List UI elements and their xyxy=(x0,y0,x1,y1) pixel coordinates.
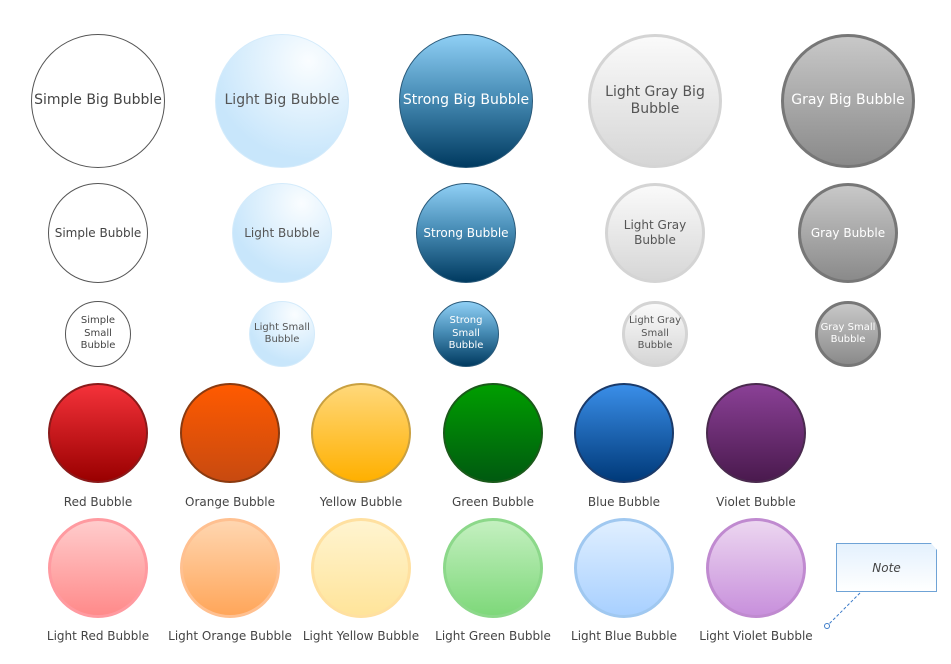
strong-medium-bubble[interactable]: Strong Bubble xyxy=(416,183,516,283)
bubble-label: Light Small Bubble xyxy=(254,321,310,346)
light-red-bubble[interactable] xyxy=(48,518,148,618)
simple-small-bubble[interactable]: Simple Small Bubble xyxy=(65,301,131,367)
light-medium-bubble[interactable]: Light Bubble xyxy=(232,183,332,283)
strong-small-bubble[interactable]: Strong Small Bubble xyxy=(433,301,499,367)
note-label: Note xyxy=(872,560,901,575)
light-small-bubble[interactable]: Light Small Bubble xyxy=(249,301,315,367)
light-orange-bubble[interactable] xyxy=(180,518,280,618)
strong-big-bubble[interactable]: Strong Big Bubble xyxy=(399,34,533,168)
bubble-label: Gray Small Bubble xyxy=(820,321,876,346)
green-bubble[interactable] xyxy=(443,383,543,483)
orange-bubble[interactable] xyxy=(180,383,280,483)
bubble-label: Light Bubble xyxy=(244,225,320,240)
lightgray-medium-bubble[interactable]: Light Gray Bubble xyxy=(605,183,705,283)
bubble-label: Light Big Bubble xyxy=(224,92,340,109)
gray-small-bubble[interactable]: Gray Small Bubble xyxy=(815,301,881,367)
bubble-label: Light Gray Bubble xyxy=(623,218,687,247)
note-shape[interactable]: Note xyxy=(836,543,937,592)
light-violet-bubble[interactable] xyxy=(706,518,806,618)
light-big-bubble[interactable]: Light Big Bubble xyxy=(215,34,349,168)
bubble-label: Light Gray Big Bubble xyxy=(605,83,705,118)
bubble-label: Gray Big Bubble xyxy=(791,92,905,109)
bubble-label: Simple Small Bubble xyxy=(80,315,116,352)
lightgray-big-bubble[interactable]: Light Gray Big Bubble xyxy=(588,34,722,168)
bubble-label: Gray Bubble xyxy=(810,225,886,240)
bubble-label: Simple Bubble xyxy=(54,225,142,240)
red-bubble[interactable] xyxy=(48,383,148,483)
yellow-bubble[interactable] xyxy=(311,383,411,483)
bubble-caption: Violet Bubble xyxy=(716,495,796,509)
simple-big-bubble[interactable]: Simple Big Bubble xyxy=(31,34,165,168)
light-green-bubble[interactable] xyxy=(443,518,543,618)
lightgray-small-bubble[interactable]: Light Gray Small Bubble xyxy=(622,301,688,367)
bubble-label: Strong Small Bubble xyxy=(448,315,484,352)
bubble-caption: Light Violet Bubble xyxy=(699,629,813,643)
gray-medium-bubble[interactable]: Gray Bubble xyxy=(798,183,898,283)
violet-bubble[interactable] xyxy=(706,383,806,483)
bubble-label: Simple Big Bubble xyxy=(34,92,162,109)
simple-medium-bubble[interactable]: Simple Bubble xyxy=(48,183,148,283)
gray-big-bubble[interactable]: Gray Big Bubble xyxy=(781,34,915,168)
bubble-label: Strong Bubble xyxy=(423,225,509,240)
light-blue-bubble[interactable] xyxy=(574,518,674,618)
blue-bubble[interactable] xyxy=(574,383,674,483)
bubble-label: Light Gray Small Bubble xyxy=(628,315,682,352)
light-yellow-bubble[interactable] xyxy=(311,518,411,618)
canvas: Note Simple Big Bubble Light Big Bubble St… xyxy=(0,0,951,664)
bubble-label: Strong Big Bubble xyxy=(402,92,530,109)
